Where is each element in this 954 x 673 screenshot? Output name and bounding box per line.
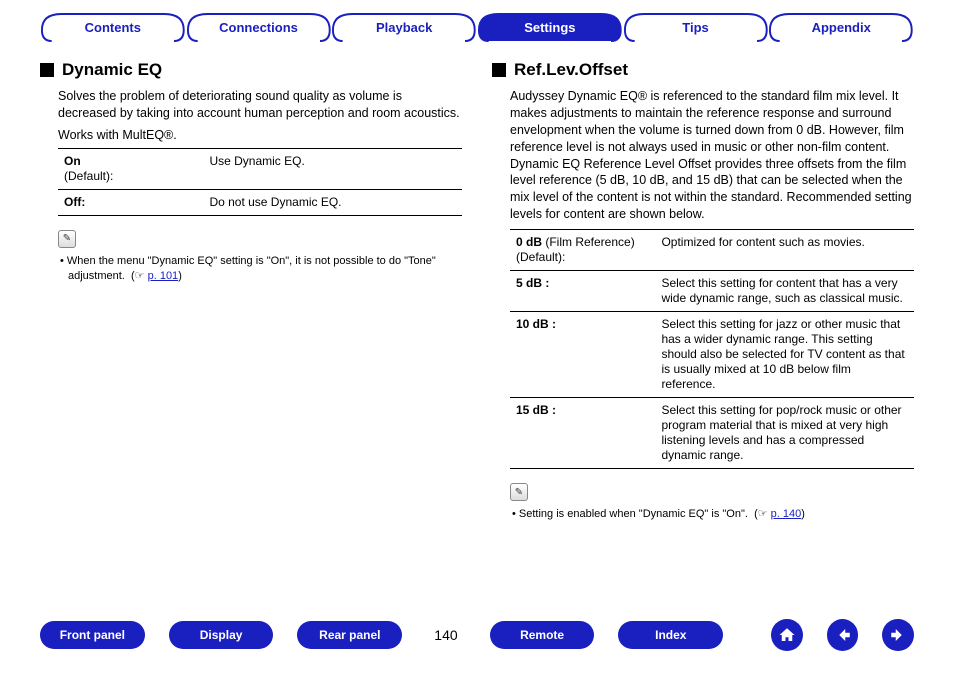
tab-connections-label: Connections — [186, 12, 332, 42]
opt-key-rest: (Default): — [64, 169, 113, 183]
opt-val: Do not use Dynamic EQ. — [203, 189, 462, 215]
tab-contents-label: Contents — [40, 12, 186, 42]
top-tabs: Contents Connections Playback Settings T… — [0, 0, 954, 42]
table-row: 15 dB : Select this setting for pop/rock… — [510, 398, 914, 469]
nav-display[interactable]: Display — [169, 621, 274, 649]
opt-key: 15 dB : — [516, 403, 556, 417]
nav-front-panel[interactable]: Front panel — [40, 621, 145, 649]
note-right: ✎ • Setting is enabled when "Dynamic EQ"… — [510, 483, 914, 522]
table-reflev: 0 dB (Film Reference) (Default): Optimiz… — [510, 229, 914, 469]
tab-appendix-label: Appendix — [768, 12, 914, 42]
prev-button[interactable] — [827, 619, 859, 651]
pencil-icon: ✎ — [58, 230, 76, 248]
tab-playback[interactable]: Playback — [331, 12, 477, 42]
opt-val: Select this setting for jazz or other mu… — [655, 312, 914, 398]
page-number: 140 — [426, 627, 466, 643]
opt-key: On — [64, 154, 81, 168]
table-row: Off: Do not use Dynamic EQ. — [58, 189, 462, 215]
opt-key: 10 dB : — [516, 317, 556, 331]
bullet-square-icon — [40, 63, 54, 77]
tab-appendix[interactable]: Appendix — [768, 12, 914, 42]
works-with: Works with MultEQ®. — [40, 128, 462, 142]
opt-key: Off: — [64, 195, 85, 209]
bottom-nav: Front panel Display Rear panel 140 Remot… — [0, 619, 954, 651]
tab-contents[interactable]: Contents — [40, 12, 186, 42]
section-title-right: Ref.Lev.Offset — [514, 60, 628, 80]
link-p140[interactable]: p. 140 — [771, 508, 802, 520]
content-area: Dynamic EQ Solves the problem of deterio… — [0, 42, 954, 522]
tab-settings-label: Settings — [477, 12, 623, 42]
desc-right: Audyssey Dynamic EQ® is referenced to th… — [492, 88, 914, 223]
note-left-text: • When the menu "Dynamic EQ" setting is … — [58, 254, 462, 284]
nav-index[interactable]: Index — [618, 621, 723, 649]
opt-val: Select this setting for pop/rock music o… — [655, 398, 914, 469]
opt-val: Use Dynamic EQ. — [203, 148, 462, 189]
tab-connections[interactable]: Connections — [186, 12, 332, 42]
pencil-icon: ✎ — [510, 483, 528, 501]
next-button[interactable] — [882, 619, 914, 651]
home-button[interactable] — [771, 619, 803, 651]
table-row: 0 dB (Film Reference) (Default): Optimiz… — [510, 230, 914, 271]
opt-key: 0 dB — [516, 235, 542, 249]
nav-rear-panel[interactable]: Rear panel — [297, 621, 402, 649]
tab-tips-label: Tips — [623, 12, 769, 42]
tab-tips[interactable]: Tips — [623, 12, 769, 42]
desc-left: Solves the problem of deteriorating soun… — [40, 88, 462, 122]
opt-key: 5 dB : — [516, 276, 549, 290]
opt-val: Optimized for content such as movies. — [655, 230, 914, 271]
table-row: On (Default): Use Dynamic EQ. — [58, 148, 462, 189]
bullet-square-icon — [492, 63, 506, 77]
tab-playback-label: Playback — [331, 12, 477, 42]
table-row: 5 dB : Select this setting for content t… — [510, 271, 914, 312]
section-title-left: Dynamic EQ — [62, 60, 162, 80]
note-left: ✎ • When the menu "Dynamic EQ" setting i… — [58, 230, 462, 284]
col-dynamic-eq: Dynamic EQ Solves the problem of deterio… — [40, 60, 462, 522]
link-p101[interactable]: p. 101 — [148, 270, 179, 282]
table-row: 10 dB : Select this setting for jazz or … — [510, 312, 914, 398]
nav-remote[interactable]: Remote — [490, 621, 595, 649]
opt-val: Select this setting for content that has… — [655, 271, 914, 312]
tab-settings[interactable]: Settings — [477, 12, 623, 42]
works-with-text: Works with MultEQ®. — [58, 128, 177, 142]
col-reflevoffset: Ref.Lev.Offset Audyssey Dynamic EQ® is r… — [492, 60, 914, 522]
table-dynamic-eq: On (Default): Use Dynamic EQ. Off: Do no… — [58, 148, 462, 216]
note-right-text: • Setting is enabled when "Dynamic EQ" i… — [510, 507, 914, 522]
